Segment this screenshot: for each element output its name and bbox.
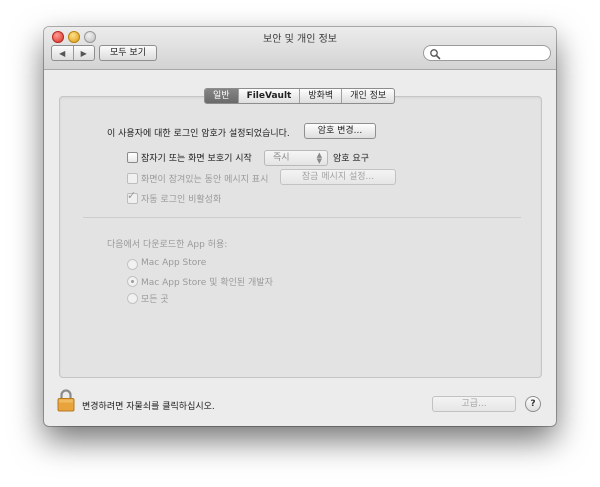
up-down-arrows-icon: ▲ ▼ (316, 151, 322, 165)
radio-mac-app-store-label: Mac App Store (141, 258, 207, 268)
require-password-checkbox[interactable] (127, 152, 138, 163)
radio-anywhere[interactable] (127, 293, 138, 304)
chevron-left-icon[interactable]: ◀ (52, 46, 73, 60)
require-password-suffix: 암호 요구 (333, 154, 369, 164)
disable-auto-login-checkbox[interactable]: ✓ (127, 189, 138, 204)
chevron-right-icon[interactable]: ▶ (72, 46, 95, 60)
search-field[interactable] (423, 45, 551, 61)
radio-identified-developers-label: Mac App Store 및 확인된 개발자 (141, 278, 273, 288)
radio-selected-dot (131, 280, 134, 283)
password-set-text: 이 사용자에 대한 로그인 암호가 설정되었습니다. (107, 129, 290, 139)
radio-identified-developers[interactable] (127, 276, 138, 287)
window-title: 보안 및 개인 정보 (263, 34, 337, 45)
require-password-label: 잠자기 또는 화면 보호기 시작 (141, 154, 252, 164)
back-forward-control: ◀ ▶ (51, 45, 95, 61)
require-password-delay-select[interactable]: 즉시 ▲ ▼ (264, 150, 328, 166)
radio-anywhere-label: 모든 곳 (141, 295, 169, 305)
disable-auto-login-label: 자동 로그인 비활성화 (141, 195, 222, 205)
tab-bar: 일반 FileVault 방화벽 개인 정보 (204, 88, 396, 104)
title-bar: 보안 및 개인 정보 ◀ ▶ 모두 보기 (44, 27, 556, 70)
section-divider (83, 217, 521, 218)
preferences-window: 보안 및 개인 정보 ◀ ▶ 모두 보기 일반 FileVault 방화벽 개인… (44, 27, 556, 426)
set-lock-message-button[interactable]: 잠금 메시지 설정... (280, 169, 396, 185)
show-message-checkbox[interactable] (127, 173, 138, 184)
help-button[interactable]: ? (525, 396, 541, 412)
tab-firewall[interactable]: 방화벽 (299, 89, 341, 103)
lock-icon[interactable] (57, 388, 75, 412)
radio-mac-app-store[interactable] (127, 259, 138, 270)
show-all-button[interactable]: 모두 보기 (99, 45, 157, 61)
require-password-delay-value: 즉시 (273, 153, 290, 163)
tab-privacy[interactable]: 개인 정보 (341, 89, 394, 103)
allow-apps-heading: 다음에서 다운로드한 App 허용: (107, 240, 228, 250)
tab-filevault[interactable]: FileVault (237, 89, 300, 103)
lock-instruction-text: 변경하려면 자물쇠를 클릭하십시오. (82, 402, 215, 412)
change-password-button[interactable]: 암호 변경... (304, 123, 376, 139)
advanced-button[interactable]: 고급... (432, 396, 516, 412)
tab-general[interactable]: 일반 (205, 89, 238, 103)
checkmark-icon: ✓ (127, 189, 137, 202)
search-icon (430, 49, 441, 60)
show-message-label: 화면이 잠겨있는 동안 메시지 표시 (141, 175, 269, 185)
